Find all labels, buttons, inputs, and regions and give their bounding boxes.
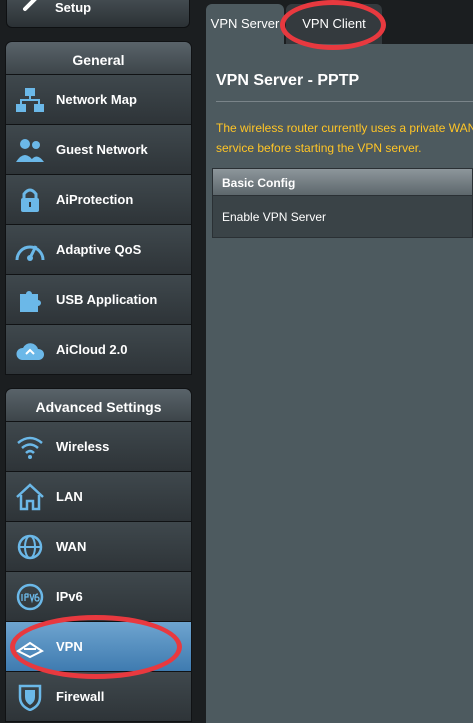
sidebar-item-adaptive-qos[interactable]: Adaptive QoS: [5, 225, 192, 275]
home-icon: [16, 483, 44, 511]
sidebar-item-network-map[interactable]: Network Map: [5, 75, 192, 125]
main-content: VPN Server VPN Client VPN Server - PPTP …: [206, 0, 473, 723]
sidebar-item-aiprotection[interactable]: AiProtection: [5, 175, 192, 225]
general-section-header: General: [5, 41, 192, 75]
sidebar-item-ipv6[interactable]: IPv6: [5, 572, 192, 622]
sidebar-item-label: Firewall: [56, 689, 105, 704]
sidebar-item-label: Guest Network: [56, 142, 148, 157]
basic-config-table: Basic Config Enable VPN Server: [212, 168, 473, 238]
sidebar-item-label: LAN: [56, 489, 83, 504]
sidebar-item-label: Adaptive QoS: [56, 242, 142, 257]
sidebar-item-firewall[interactable]: Firewall: [5, 672, 192, 722]
wifi-icon: [17, 436, 43, 459]
speedometer-icon: [15, 245, 45, 261]
sidebar-item-label: Wireless: [56, 439, 110, 454]
vpn-icon: [16, 641, 44, 659]
enable-vpn-server-row: Enable VPN Server: [212, 196, 473, 238]
tab-vpn-server[interactable]: VPN Server: [206, 4, 284, 44]
shield-icon: [18, 684, 42, 711]
network-map-icon: [16, 88, 44, 112]
description-line: service before starting the VPN server.: [216, 141, 422, 155]
sidebar-item-guest-network[interactable]: Guest Network: [5, 125, 192, 175]
advanced-settings-header: Advanced Settings: [5, 388, 192, 422]
tab-bar: VPN Server VPN Client: [206, 0, 473, 44]
enable-vpn-server-label: Enable VPN Server: [222, 210, 327, 224]
sidebar-item-label: AiProtection: [56, 192, 134, 207]
page-description: The wireless router currently uses a pri…: [216, 118, 473, 158]
description-line: The wireless router currently uses a pri…: [216, 121, 473, 135]
wand-icon: [23, 0, 37, 11]
general-menu-group: General Network Map Guest Network AiProt…: [5, 41, 192, 375]
sidebar-item-label: VPN: [56, 639, 83, 654]
page-title: VPN Server - PPTP: [216, 72, 360, 89]
puzzle-icon: [20, 291, 41, 312]
sidebar-item-vpn[interactable]: VPN: [5, 622, 192, 672]
sidebar-item-label: Network Map: [56, 92, 137, 107]
basic-config-header: Basic Config: [212, 168, 473, 196]
tab-vpn-client[interactable]: VPN Client: [286, 4, 382, 44]
setup-label: Setup: [55, 0, 92, 15]
cloud-icon: [16, 343, 45, 360]
sidebar-item-wan[interactable]: WAN: [5, 522, 192, 572]
advanced-menu-group: Advanced Settings Wireless LAN WAN IPv6 …: [5, 388, 192, 722]
title-divider: [216, 101, 473, 102]
sidebar-item-lan[interactable]: LAN: [5, 472, 192, 522]
sidebar-item-wireless[interactable]: Wireless: [5, 422, 192, 472]
sidebar-item-label: WAN: [56, 539, 87, 554]
sidebar-item-aicloud[interactable]: AiCloud 2.0: [5, 325, 192, 375]
ipv6-globe-icon: [16, 583, 44, 611]
sidebar-item-label: IPv6: [56, 589, 83, 604]
guest-network-icon: [16, 139, 44, 162]
sidebar: Setup General Network Map Guest Network: [0, 0, 200, 723]
lock-icon: [21, 188, 39, 212]
quick-setup-button[interactable]: Setup: [6, 0, 190, 28]
globe-icon: [17, 534, 43, 560]
sidebar-item-usb-application[interactable]: USB Application: [5, 275, 192, 325]
sidebar-item-label: USB Application: [56, 292, 158, 307]
sidebar-item-label: AiCloud 2.0: [56, 342, 128, 357]
